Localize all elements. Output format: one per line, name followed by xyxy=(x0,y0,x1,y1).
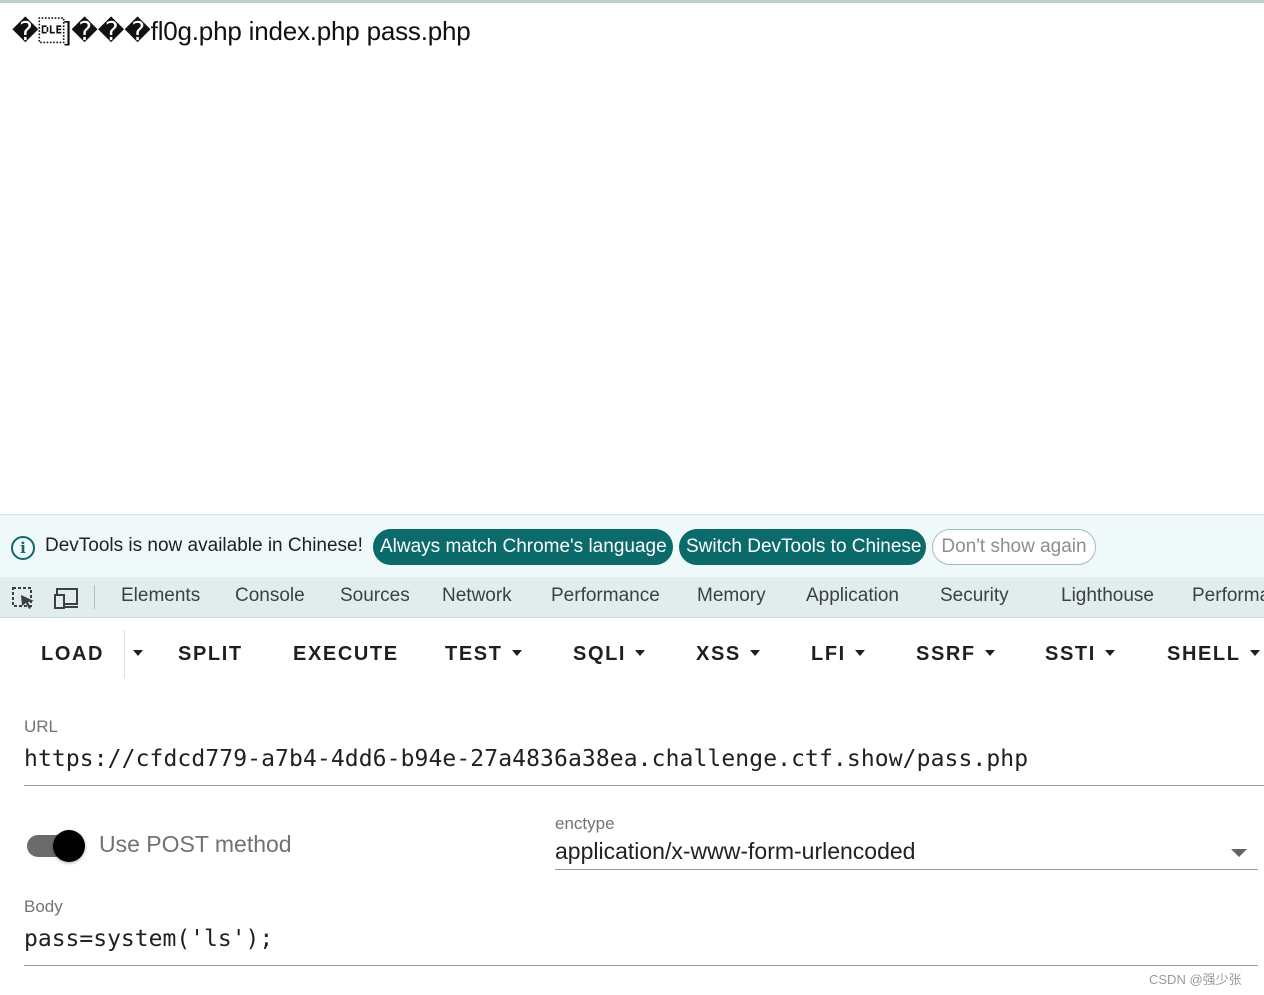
always-match-language-button[interactable]: Always match Chrome's language xyxy=(373,529,673,565)
body-label: Body xyxy=(24,897,63,916)
hackbar-toolbar: LOAD SPLIT EXECUTE TEST SQLI XSS LFI SSR… xyxy=(0,618,1264,690)
enctype-label: enctype xyxy=(555,814,615,833)
ssrf-menu-button[interactable]: SSRF xyxy=(916,643,995,666)
tab-application[interactable]: Application xyxy=(806,585,899,607)
infobar-message: DevTools is now available in Chinese! xyxy=(45,535,363,556)
xss-label: XSS xyxy=(696,643,741,665)
tab-security[interactable]: Security xyxy=(940,585,1009,607)
enctype-select[interactable]: application/x-www-form-urlencoded xyxy=(555,838,915,865)
test-menu-button[interactable]: TEST xyxy=(445,643,522,666)
url-input[interactable]: https://cfdcd779-a7b4-4dd6-b94e-27a4836a… xyxy=(24,746,1028,772)
test-label: TEST xyxy=(445,643,503,665)
chevron-down-icon xyxy=(635,649,646,656)
post-method-toggle-knob[interactable] xyxy=(53,830,85,862)
tab-network[interactable]: Network xyxy=(442,585,512,607)
url-input-underline xyxy=(24,785,1264,786)
split-button[interactable]: SPLIT xyxy=(178,643,243,666)
sqli-menu-button[interactable]: SQLI xyxy=(573,643,646,666)
body-input-underline xyxy=(24,965,1258,966)
ssrf-label: SSRF xyxy=(916,643,976,665)
chevron-down-icon xyxy=(133,649,143,656)
watermark: CSDN @强少张 xyxy=(1149,972,1242,987)
device-toolbar-icon[interactable] xyxy=(54,587,80,609)
load-dropdown-button[interactable] xyxy=(124,643,143,666)
top-border-line xyxy=(0,0,1264,3)
chevron-down-icon xyxy=(1104,649,1115,656)
execute-button[interactable]: EXECUTE xyxy=(293,643,399,666)
page-output-text: �]���fl0g.php index.php pass.php xyxy=(12,16,471,46)
body-input[interactable]: pass=system('ls'); xyxy=(24,926,273,952)
execute-label: EXECUTE xyxy=(293,643,399,665)
split-label: SPLIT xyxy=(178,643,243,665)
ssti-label: SSTI xyxy=(1045,643,1096,665)
tab-sources[interactable]: Sources xyxy=(340,585,410,607)
language-infobar: i DevTools is now available in Chinese! … xyxy=(0,514,1264,577)
devtools-tab-bar: Elements Console Sources Network Perform… xyxy=(0,577,1264,618)
tab-performance-insights[interactable]: Performa xyxy=(1192,585,1264,607)
chevron-down-icon xyxy=(749,649,760,656)
info-icon: i xyxy=(11,536,35,560)
chevron-down-icon xyxy=(984,649,995,656)
chevron-down-icon xyxy=(1249,649,1260,656)
ssti-menu-button[interactable]: SSTI xyxy=(1045,643,1115,666)
post-method-label: Use POST method xyxy=(99,831,292,857)
tab-elements[interactable]: Elements xyxy=(121,585,200,607)
switch-devtools-chinese-button[interactable]: Switch DevTools to Chinese xyxy=(679,529,926,565)
shell-menu-button[interactable]: SHELL xyxy=(1167,643,1260,666)
tab-performance[interactable]: Performance xyxy=(551,585,660,607)
inspect-element-icon[interactable] xyxy=(12,587,38,609)
dropdown-arrow-icon[interactable] xyxy=(1231,849,1247,857)
lfi-menu-button[interactable]: LFI xyxy=(811,643,865,666)
load-button[interactable]: LOAD xyxy=(41,643,104,666)
tab-divider xyxy=(94,585,95,609)
xss-menu-button[interactable]: XSS xyxy=(696,643,760,666)
lfi-label: LFI xyxy=(811,643,846,665)
sqli-label: SQLI xyxy=(573,643,627,665)
dont-show-again-button[interactable]: Don't show again xyxy=(932,529,1096,565)
load-label: LOAD xyxy=(41,643,105,665)
tab-lighthouse[interactable]: Lighthouse xyxy=(1061,585,1154,607)
chevron-down-icon xyxy=(854,649,865,656)
enctype-select-underline xyxy=(555,869,1258,870)
chevron-down-icon xyxy=(511,649,522,656)
url-label: URL xyxy=(24,717,59,736)
shell-label: SHELL xyxy=(1167,643,1241,665)
tab-console[interactable]: Console xyxy=(235,585,305,607)
tab-memory[interactable]: Memory xyxy=(697,585,766,607)
